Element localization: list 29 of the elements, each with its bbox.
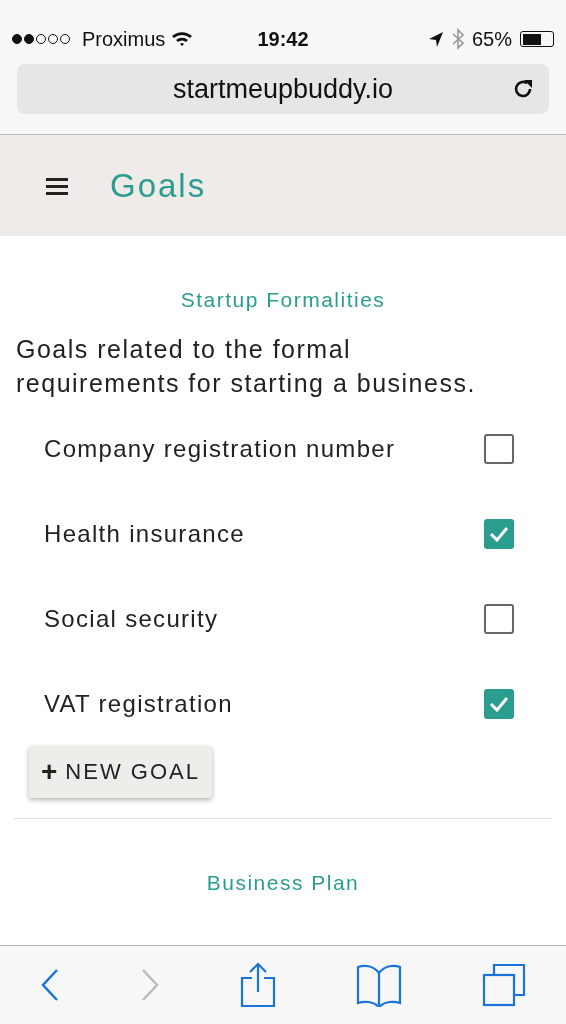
share-icon[interactable] bbox=[240, 962, 276, 1008]
section-title: Startup Formalities bbox=[179, 288, 387, 312]
menu-icon[interactable] bbox=[46, 176, 68, 195]
bookmarks-icon[interactable] bbox=[356, 963, 402, 1007]
page-title: Goals bbox=[110, 166, 207, 205]
goal-checkbox[interactable] bbox=[484, 603, 514, 634]
goal-label: Social security bbox=[44, 604, 219, 633]
goal-label: Company registration number bbox=[44, 434, 396, 463]
goal-label: Health insurance bbox=[44, 519, 245, 548]
carrier-name: Proximus bbox=[82, 27, 166, 51]
address-bar[interactable]: startmeupbuddy.io bbox=[17, 64, 549, 114]
section-title: Business Plan bbox=[205, 871, 361, 895]
new-goal-button[interactable]: + NEW GOAL bbox=[29, 746, 212, 798]
goal-checkbox[interactable] bbox=[484, 433, 514, 464]
goal-label: VAT registration bbox=[44, 689, 233, 718]
bluetooth-icon bbox=[451, 28, 464, 50]
location-arrow-icon bbox=[427, 31, 444, 47]
wifi-icon bbox=[171, 31, 194, 47]
checkmark-icon bbox=[489, 695, 509, 712]
battery-icon bbox=[520, 31, 554, 47]
goal-checkbox[interactable] bbox=[484, 688, 514, 719]
clock-time: 19:42 bbox=[257, 27, 309, 51]
goal-checkbox[interactable] bbox=[484, 518, 514, 549]
url-text: startmeupbuddy.io bbox=[172, 73, 394, 105]
checkmark-icon bbox=[489, 525, 509, 542]
back-icon[interactable] bbox=[40, 968, 60, 1002]
battery-percent: 65% bbox=[471, 27, 512, 51]
tabs-icon[interactable] bbox=[482, 963, 526, 1007]
section-description: Goals related to the formal requirements for starting a business. bbox=[16, 334, 477, 399]
